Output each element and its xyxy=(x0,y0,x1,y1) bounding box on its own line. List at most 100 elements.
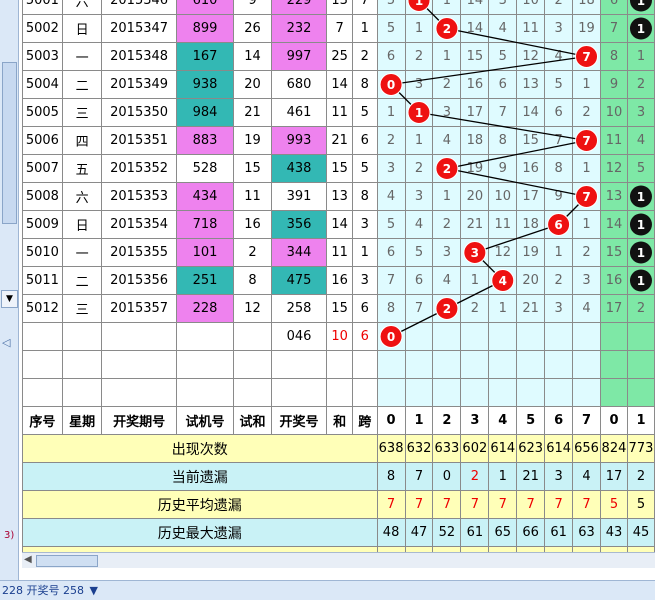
digit-miss-cell: 11 xyxy=(488,210,518,239)
digit-miss-cell: 4 xyxy=(404,210,434,239)
odd-even-cell xyxy=(626,322,655,351)
draw-number-cell: 680 xyxy=(270,70,328,99)
digit-miss-cell: 3 xyxy=(432,238,462,267)
trial-sum-cell: 12 xyxy=(233,294,272,323)
stat-value: 52 xyxy=(432,518,462,547)
table-row: 5004 二 2015349 938 20 680 14 8 0 3 2 16 6 13 5 1 9 2 xyxy=(22,70,655,99)
digit-miss-cell xyxy=(544,322,574,351)
draw-number-cell: 356 xyxy=(270,210,328,239)
sum-cell: 21 xyxy=(326,126,353,155)
scroll-thumb[interactable] xyxy=(2,62,17,224)
digit-miss-cell xyxy=(460,322,490,351)
digit-miss-cell: 6 xyxy=(376,42,406,71)
digit-miss-cell: 2 xyxy=(460,294,490,323)
odd-even-cell: 9 xyxy=(599,70,628,99)
empty-cell xyxy=(432,378,462,407)
trial-sum-cell: 11 xyxy=(233,182,272,211)
trial-number-cell: 167 xyxy=(175,42,235,71)
lottery-table: 5001 六 2015346 610 9 229 13 7 5 7 1 14 3 10 2 18 6 2 5002 日… xyxy=(22,0,655,567)
empty-cell xyxy=(101,378,177,407)
digit-miss-cell: 3 xyxy=(572,266,601,295)
stat-value: 5 xyxy=(626,490,655,519)
digit-miss-cell: 6 xyxy=(544,98,574,127)
span-cell: 2 xyxy=(351,42,378,71)
scroll-left-icon[interactable]: ◀ xyxy=(24,554,32,565)
horizontal-scrollbar[interactable]: ◀ xyxy=(22,552,655,568)
odd-even-cell: 1 xyxy=(626,14,655,43)
stat-label: 历史平均遗漏 xyxy=(22,490,378,519)
odd-even-cell: 12 xyxy=(599,154,628,183)
trial-sum-cell: 8 xyxy=(233,266,272,295)
digit-miss-cell: 1 xyxy=(488,294,518,323)
pending-draw-cell: 046 xyxy=(270,322,328,351)
hscroll-thumb[interactable] xyxy=(36,555,98,567)
digit-miss-cell: 14 xyxy=(460,14,490,43)
week-cell: 三 xyxy=(61,294,103,323)
collapse-arrow-icon[interactable]: ◁ xyxy=(2,336,16,350)
issue-cell: 2015347 xyxy=(101,14,177,43)
digit-miss-cell: 0 xyxy=(376,70,406,99)
digit-miss-cell xyxy=(376,322,406,351)
issue-cell: 2015353 xyxy=(101,182,177,211)
seq-cell: 5001 xyxy=(22,0,63,15)
digit-miss-cell: 1 xyxy=(572,70,601,99)
stat-value: 2 xyxy=(460,462,490,491)
digit-miss-cell: 7 xyxy=(376,266,406,295)
draw-number-cell: 232 xyxy=(270,14,328,43)
column-header: 试机号 xyxy=(175,406,235,435)
seq-cell: 5011 xyxy=(22,266,63,295)
digit-miss-cell: 5 xyxy=(376,14,406,43)
empty-cell xyxy=(376,350,406,379)
odd-even-cell: 1 xyxy=(626,182,655,211)
empty-cell xyxy=(101,322,177,351)
digit-miss-cell: 7 xyxy=(488,98,518,127)
left-scrollbar[interactable]: ▼ ◁ 3) xyxy=(0,0,19,580)
odd-even-cell: 5 xyxy=(626,154,655,183)
trial-sum-cell: 21 xyxy=(233,98,272,127)
seq-cell: 5009 xyxy=(22,210,63,239)
stat-value: 614 xyxy=(544,434,574,463)
span-cell: 8 xyxy=(351,182,378,211)
odd-even-cell xyxy=(599,322,628,351)
empty-cell xyxy=(599,350,628,379)
column-header: 序号 xyxy=(22,406,63,435)
empty-cell xyxy=(404,378,434,407)
empty-row xyxy=(22,350,655,379)
stat-value: 602 xyxy=(460,434,490,463)
digit-miss-cell: 1 xyxy=(432,182,462,211)
empty-cell xyxy=(175,322,235,351)
digit-miss-cell: 15 xyxy=(460,42,490,71)
status-dropdown-icon[interactable]: ▼ xyxy=(89,584,97,597)
digit-miss-cell: 3 xyxy=(404,70,434,99)
column-header: 1 xyxy=(404,406,434,435)
span-cell: 6 xyxy=(351,126,378,155)
empty-cell xyxy=(516,378,546,407)
digit-miss-cell xyxy=(432,322,462,351)
empty-cell xyxy=(270,378,328,407)
digit-miss-cell: 1 xyxy=(404,14,434,43)
digit-miss-cell: 19 xyxy=(460,154,490,183)
odd-even-cell: 11 xyxy=(599,126,628,155)
table-row: 5012 三 2015357 228 12 258 15 6 8 7 2 2 1 21 3 4 17 2 xyxy=(22,294,655,323)
stat-value: 623 xyxy=(516,434,546,463)
week-cell: 五 xyxy=(61,154,103,183)
week-cell: 二 xyxy=(61,266,103,295)
seq-cell: 5006 xyxy=(22,126,63,155)
scroll-down-button[interactable]: ▼ xyxy=(1,290,18,308)
column-header: 1 xyxy=(626,406,655,435)
digit-miss-cell: 2 xyxy=(572,238,601,267)
lottery-grid: 5001 六 2015346 610 9 229 13 7 5 7 1 14 3 10 2 18 6 2 5002 日… xyxy=(22,0,655,567)
empty-cell xyxy=(488,350,518,379)
digit-miss-cell: 1 xyxy=(544,238,574,267)
stat-value: 65 xyxy=(488,518,518,547)
odd-even-cell: 15 xyxy=(599,238,628,267)
week-cell: 日 xyxy=(61,14,103,43)
stat-value: 61 xyxy=(460,518,490,547)
empty-cell xyxy=(351,378,378,407)
trial-sum-cell: 9 xyxy=(233,0,272,15)
empty-cell xyxy=(270,350,328,379)
trial-sum-cell: 20 xyxy=(233,70,272,99)
digit-miss-cell: 7 xyxy=(572,42,601,71)
issue-cell: 2015357 xyxy=(101,294,177,323)
empty-cell xyxy=(460,350,490,379)
